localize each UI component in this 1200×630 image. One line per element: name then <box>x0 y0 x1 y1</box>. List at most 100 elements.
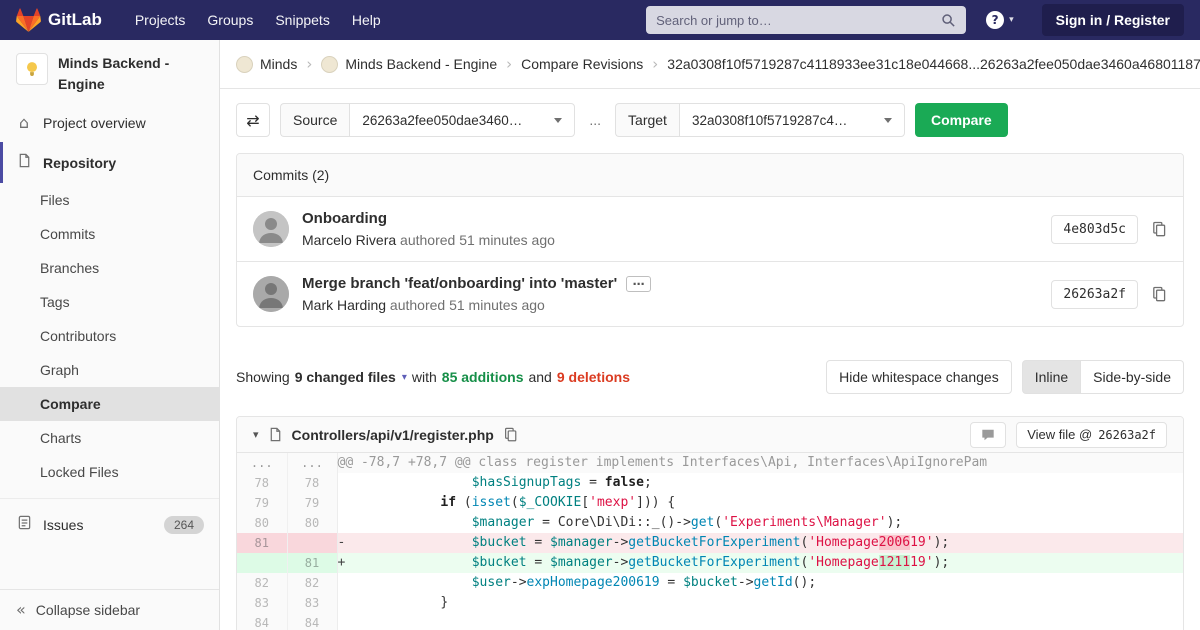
breadcrumb-compare-revisions[interactable]: Compare Revisions <box>521 56 643 72</box>
source-value: 26263a2fee050dae3460… <box>362 113 522 128</box>
project-context-link[interactable]: Minds Backend - Engine <box>0 40 219 104</box>
sidebar-subitem-locked-files[interactable]: Locked Files <box>0 455 219 489</box>
copy-file-path-button[interactable] <box>503 427 518 442</box>
collapse-diff-caret-icon[interactable]: ▾ <box>253 428 259 441</box>
code-line: + $bucket = $manager->getBucketForExperi… <box>337 553 1183 573</box>
old-line-number[interactable] <box>237 553 287 573</box>
toggle-comments-button[interactable] <box>970 422 1006 448</box>
copy-sha-button[interactable] <box>1151 221 1167 237</box>
diff-table: ... ... @@ -78,7 +78,7 @@ class register… <box>237 453 1183 630</box>
user-avatar <box>253 276 289 312</box>
code-token: get <box>691 515 714 530</box>
sign-in-button[interactable]: Sign in / Register <box>1042 4 1184 36</box>
old-line-number[interactable]: 81 <box>237 533 287 553</box>
code-token: = <box>527 555 550 570</box>
breadcrumb-project[interactable]: Minds Backend - Engine <box>321 56 497 73</box>
nav-item-snippets[interactable]: Snippets <box>264 6 340 34</box>
collapse-icon: « <box>16 602 26 618</box>
old-line-number[interactable]: 84 <box>237 613 287 630</box>
diff-file-path[interactable]: Controllers/api/v1/register.php <box>292 427 494 443</box>
code-token: -> <box>738 575 754 590</box>
commit-sha-link[interactable]: 4e803d5c <box>1051 215 1138 244</box>
sidebar-subitem-graph[interactable]: Graph <box>0 353 219 387</box>
new-line-number[interactable]: 80 <box>287 513 337 533</box>
new-line-number[interactable]: 82 <box>287 573 337 593</box>
view-file-button[interactable]: View file @ 26263a2f <box>1016 422 1167 448</box>
commit-actions: 26263a2f <box>1051 280 1167 309</box>
new-line-number[interactable]: 83 <box>287 593 337 613</box>
diff-sign <box>338 593 347 613</box>
sidebar-item-label: Project overview <box>43 115 146 131</box>
breadcrumb-separator-icon: › <box>306 55 312 73</box>
source-dropdown[interactable]: 26263a2fee050dae3460… <box>349 103 575 137</box>
code-token: (); <box>793 575 816 590</box>
commit-author-link[interactable]: Marcelo Rivera <box>302 232 396 248</box>
sidebar-item-repository[interactable]: Repository <box>0 142 219 183</box>
commit-sha-link[interactable]: 26263a2f <box>1051 280 1138 309</box>
nav-item-groups[interactable]: Groups <box>196 6 264 34</box>
gitlab-logo[interactable]: GitLab <box>16 8 102 33</box>
commit-title-link[interactable]: Onboarding <box>302 210 387 227</box>
sidebar-item-issues[interactable]: Issues 264 <box>0 504 219 545</box>
swap-revisions-button[interactable]: ⇄ <box>236 103 270 137</box>
old-line-number: ... <box>237 453 287 473</box>
breadcrumb-group[interactable]: Minds <box>236 56 297 73</box>
compare-button[interactable]: Compare <box>915 103 1008 137</box>
breadcrumb: Minds › Minds Backend - Engine › Compare… <box>220 40 1200 89</box>
sidebar-subitem-charts[interactable]: Charts <box>0 421 219 455</box>
commit-title-link[interactable]: Merge branch 'feat/onboarding' into 'mas… <box>302 275 617 292</box>
sidebar-subitem-contributors[interactable]: Contributors <box>0 319 219 353</box>
target-dropdown[interactable]: 32a0308f10f5719287c4… <box>679 103 905 137</box>
sidebar-subitem-files[interactable]: Files <box>0 183 219 217</box>
new-line-number[interactable]: 79 <box>287 493 337 513</box>
code-token <box>347 495 441 510</box>
new-line-number[interactable]: 81 <box>287 553 337 573</box>
chevron-down-icon: ▾ <box>1009 15 1014 25</box>
collapse-sidebar-button[interactable]: « Collapse sidebar <box>0 589 219 630</box>
new-line-number[interactable] <box>287 533 337 553</box>
sidebar-subitem-tags[interactable]: Tags <box>0 285 219 319</box>
code-token: $bucket <box>472 535 527 550</box>
code-token: -> <box>613 535 629 550</box>
code-token: expHomepage200619 <box>527 575 660 590</box>
diff-file-panel: ▾ Controllers/api/v1/register.php <box>236 416 1184 630</box>
code-token: $manager <box>550 535 613 550</box>
new-line-number[interactable]: 78 <box>287 473 337 493</box>
old-line-number[interactable]: 82 <box>237 573 287 593</box>
main-menu: Projects Groups Snippets Help <box>124 6 392 34</box>
hide-whitespace-button[interactable]: Hide whitespace changes <box>826 360 1012 394</box>
nav-item-help[interactable]: Help <box>341 6 392 34</box>
search-input[interactable] <box>656 13 941 28</box>
copy-sha-button[interactable] <box>1151 286 1167 302</box>
sidebar-subitem-compare[interactable]: Compare <box>0 387 219 421</box>
changed-files-dropdown[interactable]: 9 changed files ▾ <box>295 369 407 385</box>
sidebar-item-project-overview[interactable]: ⌂ Project overview <box>0 104 219 142</box>
commit-author-link[interactable]: Mark Harding <box>302 297 386 313</box>
sidebar-subitem-branches[interactable]: Branches <box>0 251 219 285</box>
showing-label: Showing <box>236 369 290 385</box>
old-line-number[interactable]: 78 <box>237 473 287 493</box>
new-line-number[interactable]: 84 <box>287 613 337 630</box>
inline-view-button[interactable]: Inline <box>1022 360 1081 394</box>
additions-count: 85 additions <box>442 369 524 385</box>
global-search[interactable] <box>646 6 966 34</box>
old-line-number[interactable]: 83 <box>237 593 287 613</box>
expand-commit-message-button[interactable]: ⋯ <box>626 276 651 292</box>
diff-stats: Showing 9 changed files ▾ with 85 additi… <box>236 369 630 385</box>
code-token: = <box>581 475 604 490</box>
sidebar-subitem-commits[interactable]: Commits <box>0 217 219 251</box>
code-token: [ <box>581 495 589 510</box>
help-dropdown[interactable]: ? ▾ <box>986 11 1014 29</box>
source-select-group: Source 26263a2fee050dae3460… <box>280 103 575 137</box>
comment-icon <box>981 428 995 442</box>
old-line-number[interactable]: 79 <box>237 493 287 513</box>
diff-view-actions: Hide whitespace changes Inline Side-by-s… <box>826 360 1184 394</box>
code-line: - $bucket = $manager->getBucketForExperi… <box>337 533 1183 553</box>
nav-item-projects[interactable]: Projects <box>124 6 197 34</box>
and-label: and <box>528 369 551 385</box>
code-token: 19' <box>910 555 933 570</box>
side-by-side-view-button[interactable]: Side-by-side <box>1081 360 1184 394</box>
code-line: if (isset($_COOKIE['mexp'])) { <box>337 493 1183 513</box>
old-line-number[interactable]: 80 <box>237 513 287 533</box>
diff-sign <box>338 493 347 513</box>
